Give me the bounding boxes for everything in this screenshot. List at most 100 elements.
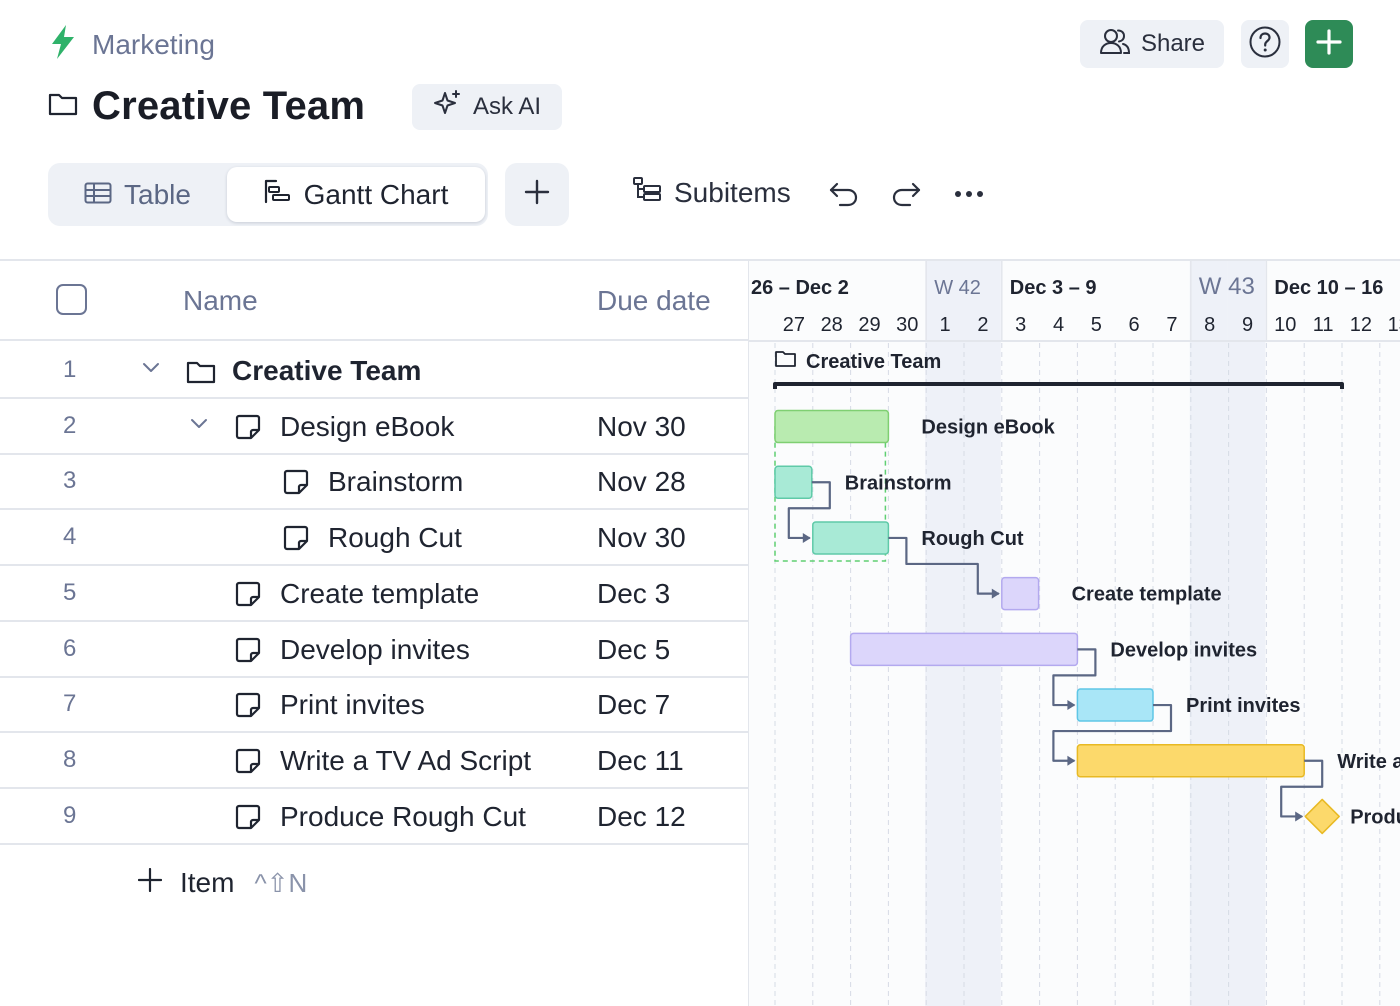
gantt-icon [264,178,292,211]
table-row[interactable]: 6 Develop invites Dec 5 [0,622,748,678]
table-row[interactable]: 1 Creative Team [0,343,748,399]
day-label: 27 [783,314,805,336]
table-row[interactable]: 8 Write a TV Ad Script Dec 11 [0,733,748,789]
table-row[interactable]: 7 Print invites Dec 7 [0,677,748,734]
select-all-checkbox[interactable] [56,284,87,315]
gantt-bar-label: Produce Rough Cut [1350,806,1400,828]
row-due-date[interactable]: Dec 3 [597,578,670,610]
row-due-date[interactable]: Nov 30 [597,522,686,554]
row-due-date[interactable]: Nov 28 [597,466,686,498]
table-panel: Name Due date 1 Creative Team 2 Design eBoo… [0,261,748,1006]
week-label: W 42 [934,277,981,299]
lightning-icon [48,24,78,65]
folder-icon [775,351,796,367]
gantt-bar[interactable] [774,465,813,499]
subitems-icon [632,176,662,209]
tab-gantt-label: Gantt Chart [303,178,449,210]
add-button[interactable] [1305,20,1353,68]
column-header-name[interactable]: Name [183,285,258,317]
item-icon [234,691,262,724]
help-button[interactable] [1241,20,1289,68]
dependency-arrowhead [802,532,811,543]
gantt-panel: 26 – Dec 2 W 42 Dec 3 – 9 W 43 Dec 10 – 16 27… [748,261,1400,1006]
day-label: 30 [896,314,918,336]
week-label: Dec 10 – 16 [1274,277,1383,299]
row-due-date[interactable]: Dec 11 [597,745,684,777]
gantt-chart[interactable]: 26 – Dec 2 W 42 Dec 3 – 9 W 43 Dec 10 – 16 27… [749,261,1400,1006]
day-label: 6 [1129,314,1140,336]
gantt-bar[interactable] [849,632,1079,667]
gantt-bar-label: Develop invites [1110,639,1257,661]
day-label: 28 [821,314,843,336]
day-label: 29 [858,314,880,336]
share-button[interactable]: Share [1080,20,1224,68]
ask-ai-label: Ask AI [472,93,542,120]
row-due-date[interactable]: Dec 7 [597,689,670,721]
plus-icon [1316,28,1342,60]
row-name[interactable]: Rough Cut [328,522,462,554]
gantt-bar[interactable] [774,409,890,444]
week-label: 26 – Dec 2 [751,277,849,299]
tab-gantt-chart[interactable]: Gantt Chart [227,167,485,222]
weekend-column [1227,261,1266,1006]
week-label: W 43 [1199,273,1255,300]
gantt-bar[interactable] [1076,688,1154,722]
subitems-toggle[interactable]: Subitems [632,176,791,209]
column-header-due-date[interactable]: Due date [597,285,711,317]
row-number: 3 [63,467,77,495]
folder-icon [48,91,78,122]
tab-table[interactable]: Table [84,167,191,222]
redo-icon [890,182,922,212]
more-horizontal-icon [952,191,986,212]
table-row[interactable]: 2 Design eBook Nov 30 [0,399,748,455]
gantt-group-label: Creative Team [806,351,941,373]
item-icon [234,413,262,446]
redo-button[interactable] [890,180,922,213]
table-row[interactable]: 5 Create template Dec 3 [0,566,748,622]
row-name[interactable]: Develop invites [280,634,470,666]
row-number: 1 [63,356,77,383]
users-icon [1099,27,1131,62]
workspace-breadcrumb[interactable]: Marketing [48,24,215,65]
chevron-down-icon[interactable] [189,417,209,436]
gantt-bar[interactable] [1001,576,1040,611]
table-row[interactable]: 9 Produce Rough Cut Dec 12 [0,789,748,845]
row-due-date[interactable]: Dec 5 [597,634,670,666]
gantt-bar-label: Design eBook [921,417,1055,439]
item-icon [234,747,262,780]
week-label: Dec 3 – 9 [1010,277,1097,299]
weekend-column [1189,261,1228,1006]
day-label: 2 [977,314,988,336]
table-icon [84,179,112,211]
sparkle-icon [433,89,463,126]
gantt-bar[interactable] [1076,744,1305,778]
day-label: 3 [1015,314,1026,336]
row-name[interactable]: Creative Team [232,355,421,387]
row-due-date[interactable]: Nov 30 [597,411,686,443]
row-name[interactable]: Write a TV Ad Script [280,745,531,777]
page-title-row: Creative Team [48,84,365,129]
add-view-button[interactable] [505,163,569,226]
add-item-button[interactable]: Item ^⇧N [137,867,307,899]
row-due-date[interactable]: Dec 12 [597,801,686,833]
table-row[interactable]: 4 Rough Cut Nov 30 [0,510,748,567]
view-switcher: Table Gantt Chart [48,163,488,226]
row-name[interactable]: Produce Rough Cut [280,801,526,833]
gantt-bar[interactable] [812,521,890,555]
table-row[interactable]: 3 Brainstorm Nov 28 [0,454,748,511]
more-options-button[interactable] [952,180,986,213]
gantt-bar-label: Print invites [1186,695,1300,717]
row-name[interactable]: Brainstorm [328,466,463,498]
undo-button[interactable] [828,180,860,213]
row-name[interactable]: Design eBook [280,411,454,443]
gantt-bar[interactable] [1304,798,1340,835]
day-label: 12 [1350,314,1372,336]
row-name[interactable]: Print invites [280,689,425,721]
folder-icon [186,359,216,390]
ask-ai-button[interactable]: Ask AI [412,84,562,130]
row-name[interactable]: Create template [280,578,479,610]
chevron-down-icon[interactable] [141,361,161,380]
day-label: 9 [1242,314,1253,336]
day-label: 5 [1091,314,1102,336]
share-label: Share [1140,30,1206,57]
